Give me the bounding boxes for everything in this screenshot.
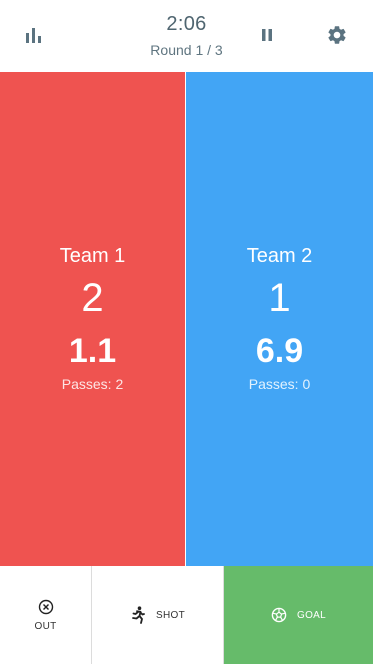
- out-button[interactable]: OUT: [0, 566, 92, 664]
- bar-chart-icon: [26, 28, 41, 43]
- action-bar: OUT SHOT GOAL: [0, 566, 373, 664]
- circle-x-icon: [38, 599, 53, 614]
- team-2-panel[interactable]: Team 2 1 6.9 Passes: 0: [186, 72, 373, 566]
- goal-button[interactable]: GOAL: [224, 566, 373, 664]
- team-rating: 1.1: [68, 332, 117, 370]
- goal-label: GOAL: [297, 609, 326, 621]
- shot-label: SHOT: [156, 609, 185, 621]
- team-score: 2: [81, 276, 104, 320]
- soccer-ball-icon: [271, 607, 287, 623]
- match-clock: 2:06: [166, 13, 207, 35]
- top-bar: 2:06 Round 1 / 3: [0, 0, 373, 72]
- team-passes: Passes: 0: [248, 376, 311, 392]
- team-rating: 6.9: [255, 332, 304, 370]
- shot-button[interactable]: SHOT: [92, 566, 224, 664]
- settings-button[interactable]: [319, 17, 355, 53]
- out-label: OUT: [34, 620, 57, 632]
- team-score: 1: [268, 276, 291, 320]
- team-name: Team 2: [246, 245, 313, 267]
- team-passes: Passes: 2: [61, 376, 124, 392]
- pause-button[interactable]: [249, 17, 285, 53]
- team-1-panel[interactable]: Team 1 2 1.1 Passes: 2: [0, 72, 185, 566]
- teams-area: Team 1 2 1.1 Passes: 2 Team 2 1 6.9 Pass…: [0, 72, 373, 566]
- gear-icon: [328, 26, 346, 44]
- team-name: Team 1: [59, 245, 126, 267]
- stats-button[interactable]: [16, 17, 52, 53]
- running-person-icon: [132, 606, 145, 624]
- round-indicator: Round 1 / 3: [150, 42, 223, 58]
- pause-icon: [262, 29, 272, 41]
